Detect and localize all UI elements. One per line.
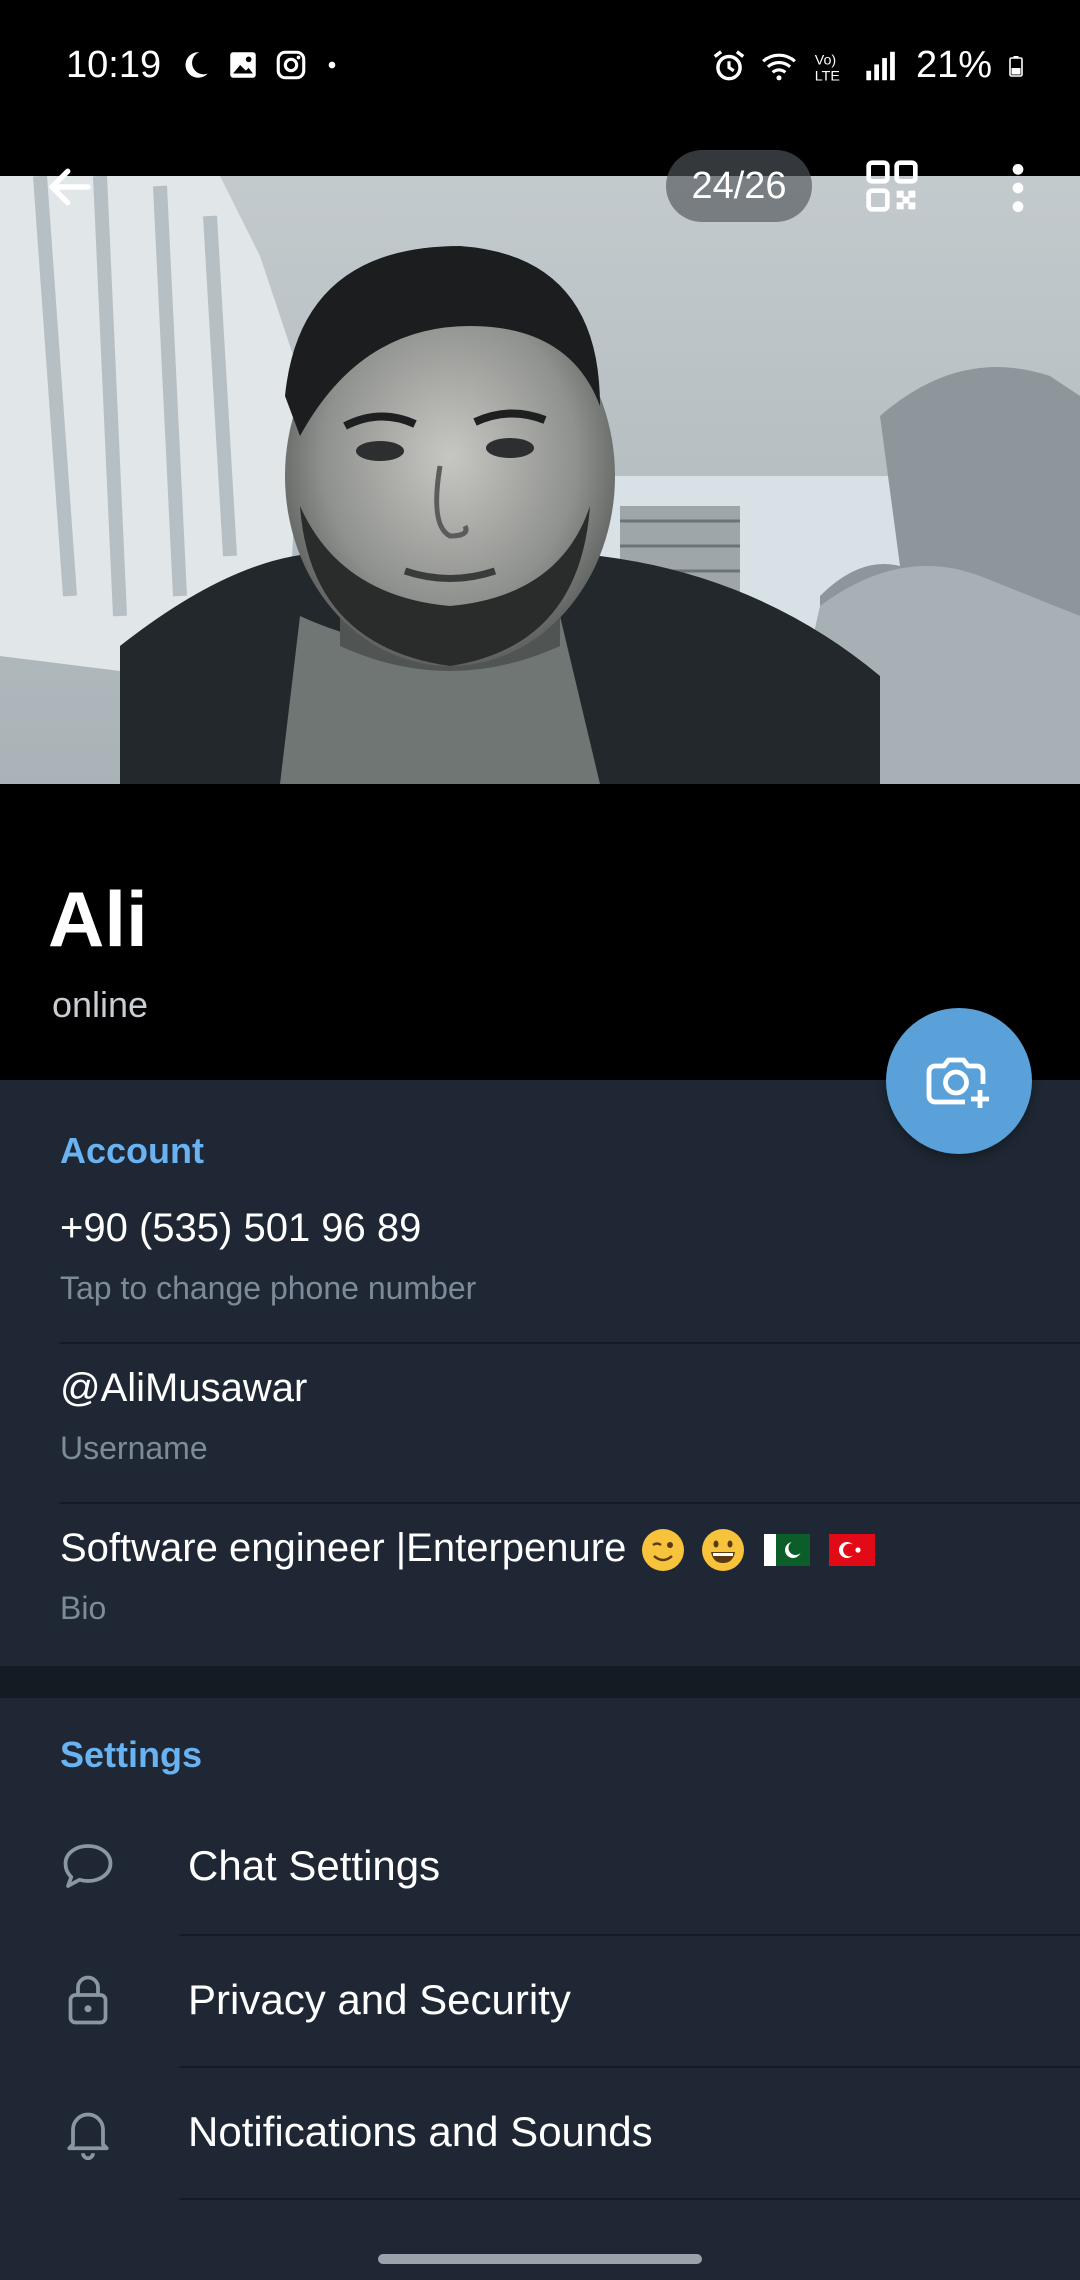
username-value: @AliMusawar (60, 1366, 308, 1410)
settings-item-label: Privacy and Security (188, 1976, 571, 2023)
status-right-icons: Vo) LTE 21% (710, 44, 1028, 87)
profile-photo-image (0, 176, 1080, 784)
more-options-icon[interactable] (1000, 160, 1036, 216)
turkey-flag-icon (828, 1534, 875, 1567)
bio-text: Software engineer |Enterpenure (60, 1526, 627, 1570)
status-left-icons (178, 48, 342, 82)
settings-section: Settings Chat Settings Privacy and Secur… (0, 1698, 1080, 2244)
profile-photo[interactable] (0, 176, 1080, 784)
profile-status: online (52, 984, 149, 1025)
home-indicator[interactable] (378, 2254, 702, 2264)
divider (60, 1502, 1080, 1504)
set-photo-button[interactable] (886, 1008, 1032, 1154)
qr-code-icon[interactable] (864, 158, 920, 214)
username-row[interactable]: @AliMusawar Username (0, 1350, 1080, 1510)
chat-bubble-icon (63, 1844, 113, 1888)
svg-text:LTE: LTE (815, 68, 840, 84)
wifi-icon (762, 53, 796, 80)
signal-icon (866, 51, 895, 80)
phone-row[interactable]: +90 (535) 501 96 89 Tap to change phone … (0, 1190, 1080, 1350)
status-time: 10:19 (66, 44, 162, 86)
photo-counter: 24/26 (666, 150, 812, 222)
settings-item-privacy[interactable]: Privacy and Security (0, 1934, 1080, 2066)
svg-text:Vo): Vo) (815, 52, 836, 68)
phone-hint: Tap to change phone number (60, 1270, 477, 1306)
dot-icon (328, 61, 336, 69)
pakistan-flag-icon (763, 1534, 810, 1567)
settings-item-label: Notifications and Sounds (188, 2108, 653, 2155)
back-arrow-icon[interactable] (40, 160, 100, 214)
battery-icon (1009, 55, 1023, 77)
battery-percentage: 21% (915, 44, 992, 86)
bio-row[interactable]: Software engineer |Enterpenure Bio (0, 1510, 1080, 1670)
phone-number: +90 (535) 501 96 89 (60, 1206, 422, 1250)
divider (180, 2198, 1080, 2200)
gallery-icon (230, 52, 256, 78)
divider (60, 1342, 1080, 1344)
moon-icon (185, 52, 208, 78)
section-separator (0, 1666, 1080, 1698)
account-section: Account +90 (535) 501 96 89 Tap to chang… (0, 1080, 1080, 1666)
bell-icon (67, 2112, 109, 2161)
bio-value: Software engineer |Enterpenure (60, 1526, 875, 1572)
settings-item-chat[interactable]: Chat Settings (0, 1800, 1080, 1932)
lock-icon (68, 1975, 108, 2025)
grinning-face-emoji-icon (701, 1529, 744, 1572)
alarm-icon (713, 49, 745, 80)
add-photo-camera-icon (926, 1057, 989, 1108)
bio-hint: Bio (60, 1590, 107, 1626)
profile-name: Ali (48, 875, 148, 963)
username-hint: Username (60, 1430, 208, 1466)
settings-item-notifications[interactable]: Notifications and Sounds (0, 2066, 1080, 2198)
winking-face-emoji-icon (642, 1529, 685, 1572)
settings-section-title: Settings (60, 1734, 203, 1775)
account-section-title: Account (60, 1130, 204, 1171)
instagram-icon (276, 50, 306, 80)
top-bar: 24/26 (0, 150, 1080, 222)
volte-icon: Vo)LTE (815, 52, 840, 84)
settings-item-label: Chat Settings (188, 1842, 441, 1889)
